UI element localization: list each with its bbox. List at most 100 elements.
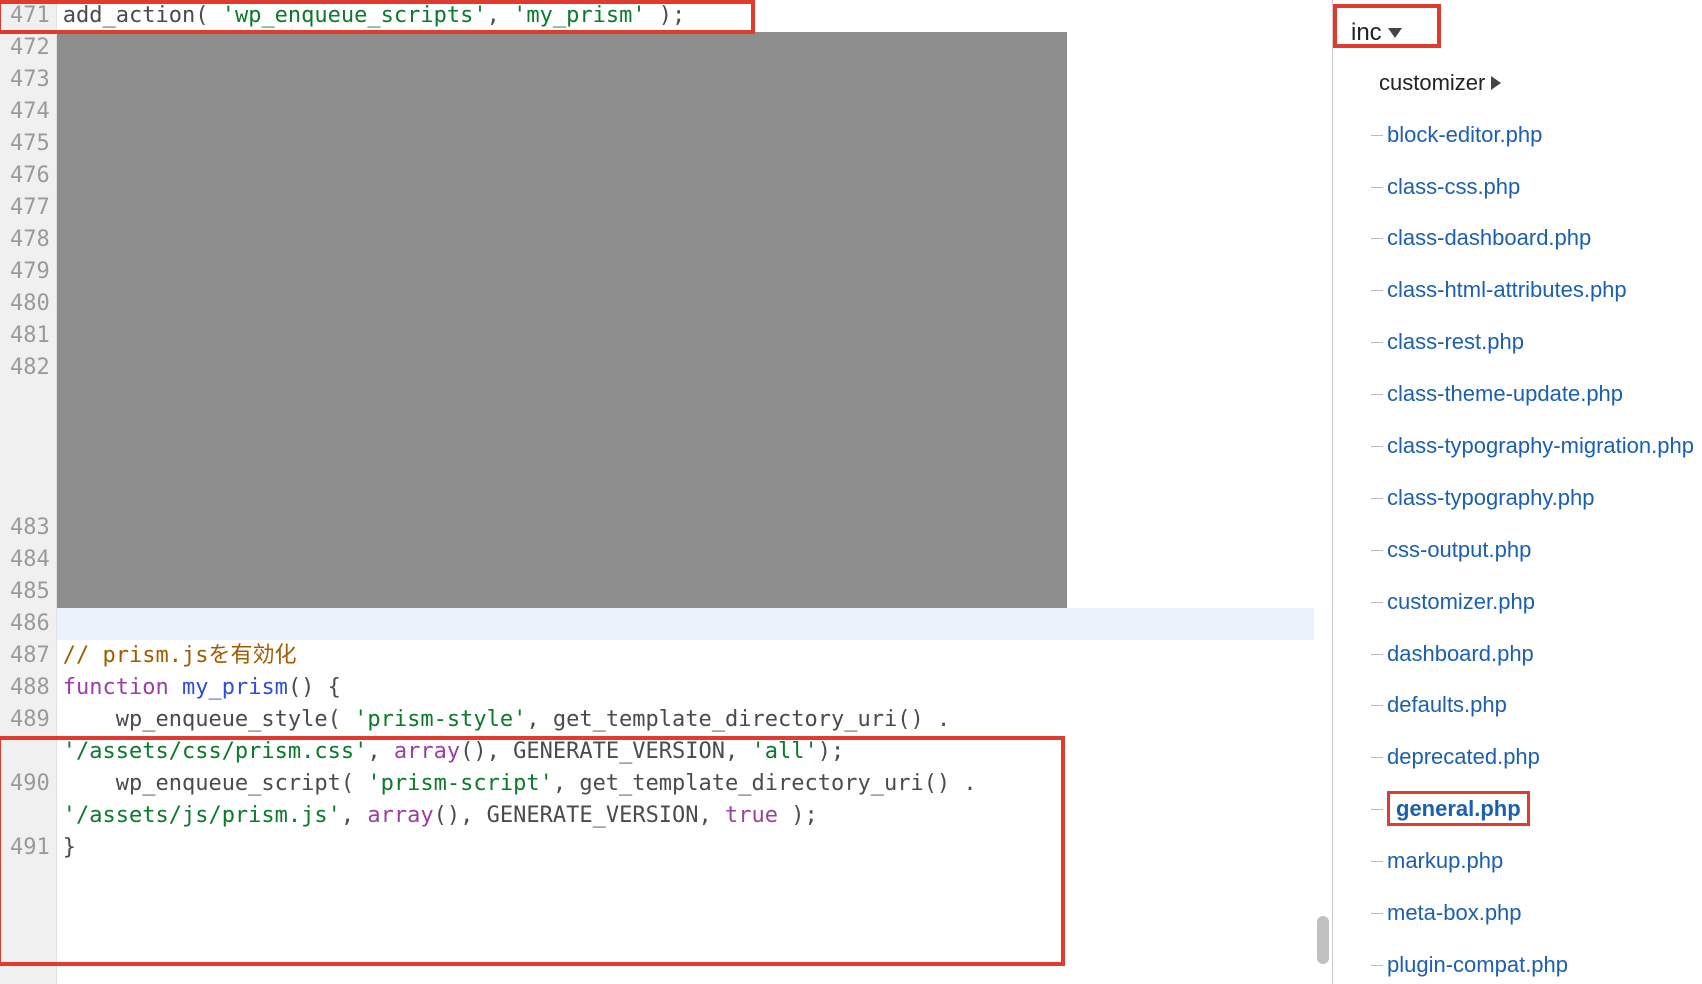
masked-region <box>57 96 1067 128</box>
file-item[interactable]: class-typography.php <box>1351 472 1702 524</box>
line-number: 489 <box>10 704 50 768</box>
masked-region <box>57 512 1067 544</box>
code-token: ( <box>195 3 222 28</box>
line-number: 487 <box>10 640 50 672</box>
code-token: 'my_prism' <box>513 3 645 28</box>
file-item[interactable]: plugin-compat.php <box>1351 939 1702 984</box>
masked-region <box>57 192 1067 224</box>
code-line-487[interactable]: // prism.jsを有効化 <box>57 640 1332 672</box>
masked-region <box>57 288 1067 320</box>
file-label: class-dashboard.php <box>1387 225 1591 250</box>
code-token: 'all' <box>752 739 818 764</box>
code-line-489a[interactable]: wp_enqueue_style( 'prism-style', get_tem… <box>57 704 1332 736</box>
file-item[interactable]: class-rest.php <box>1351 316 1702 368</box>
masked-region <box>57 352 1067 512</box>
code-token: true <box>725 803 778 828</box>
masked-region <box>57 160 1067 192</box>
masked-region <box>57 32 1067 64</box>
code-token: ); <box>818 739 845 764</box>
code-token: , get_template_directory_uri() . <box>553 771 990 796</box>
line-number: 491 <box>10 832 50 864</box>
line-number: 471 <box>10 0 50 32</box>
code-line-488[interactable]: function my_prism() { <box>57 672 1332 704</box>
file-label: dashboard.php <box>1387 641 1534 666</box>
line-number: 476 <box>10 160 50 192</box>
file-label: meta-box.php <box>1387 900 1522 925</box>
tree-subfolder[interactable]: customizer <box>1351 57 1702 109</box>
file-item[interactable]: class-html-attributes.php <box>1351 264 1702 316</box>
code-line-486[interactable] <box>57 608 1332 640</box>
code-token: } <box>63 835 76 860</box>
line-number: 485 <box>10 576 50 608</box>
file-label: defaults.php <box>1387 692 1507 717</box>
code-token: wp_enqueue_style( <box>63 707 354 732</box>
file-item[interactable]: markup.php <box>1351 835 1702 887</box>
code-token: () { <box>288 675 341 700</box>
code-token: , <box>367 739 394 764</box>
line-number: 479 <box>10 256 50 288</box>
file-label: class-typography-migration.php <box>1387 433 1694 458</box>
file-item[interactable]: deprecated.php <box>1351 731 1702 783</box>
line-number: 481 <box>10 320 50 352</box>
chevron-right-icon <box>1491 76 1501 90</box>
line-number: 472 <box>10 32 50 64</box>
tree-root-folder[interactable]: inc <box>1351 10 1414 57</box>
file-item[interactable]: meta-box.php <box>1351 887 1702 939</box>
line-number: 473 <box>10 64 50 96</box>
file-item[interactable]: customizer.php <box>1351 576 1702 628</box>
masked-region <box>57 320 1067 352</box>
line-number: 474 <box>10 96 50 128</box>
code-line-490a[interactable]: wp_enqueue_script( 'prism-script', get_t… <box>57 768 1332 800</box>
code-editor[interactable]: 471 472 473 474 475 476 477 478 479 480 … <box>0 0 1332 984</box>
folder-label: customizer <box>1379 67 1485 99</box>
file-label: class-rest.php <box>1387 329 1524 354</box>
masked-region <box>57 544 1067 576</box>
file-item[interactable]: class-typography-migration.php <box>1351 420 1702 472</box>
code-token: function <box>63 675 182 700</box>
file-item[interactable]: block-editor.php <box>1351 109 1702 161</box>
line-number: 482 <box>10 352 50 512</box>
code-token: array <box>394 739 460 764</box>
line-number: 477 <box>10 192 50 224</box>
file-label: deprecated.php <box>1387 744 1540 769</box>
code-line-471[interactable]: add_action( 'wp_enqueue_scripts', 'my_pr… <box>57 0 1332 32</box>
code-token: 'prism-style' <box>354 707 526 732</box>
file-label: css-output.php <box>1387 537 1531 562</box>
code-token: 'prism-script' <box>367 771 552 796</box>
masked-region <box>57 64 1067 96</box>
code-token: '/assets/js/prism.js' <box>63 803 341 828</box>
line-number: 478 <box>10 224 50 256</box>
code-token: array <box>367 803 433 828</box>
line-number: 484 <box>10 544 50 576</box>
code-token: ); <box>778 803 818 828</box>
code-token: wp_enqueue_script( <box>63 771 368 796</box>
line-number: 480 <box>10 288 50 320</box>
code-token: , <box>487 3 514 28</box>
file-label: class-theme-update.php <box>1387 381 1623 406</box>
chevron-down-icon <box>1388 28 1402 38</box>
file-item[interactable]: defaults.php <box>1351 679 1702 731</box>
code-line-490b[interactable]: '/assets/js/prism.js', array(), GENERATE… <box>57 800 1332 832</box>
folder-label: inc <box>1351 16 1382 51</box>
code-token: , <box>341 803 368 828</box>
code-area[interactable]: add_action( 'wp_enqueue_scripts', 'my_pr… <box>57 0 1332 984</box>
file-item[interactable]: class-css.php <box>1351 161 1702 213</box>
code-token: // prism.jsを有効化 <box>63 643 297 668</box>
code-token: my_prism <box>182 675 288 700</box>
file-label: block-editor.php <box>1387 122 1542 147</box>
file-item[interactable]: class-theme-update.php <box>1351 368 1702 420</box>
file-item[interactable]: dashboard.php <box>1351 628 1702 680</box>
code-line-489b[interactable]: '/assets/css/prism.css', array(), GENERA… <box>57 736 1332 768</box>
file-tree-sidebar[interactable]: inc customizer block-editor.php class-cs… <box>1332 0 1702 984</box>
file-item-selected[interactable]: general.php <box>1351 783 1702 835</box>
code-token: (), GENERATE_VERSION, <box>434 803 725 828</box>
code-token: ); <box>646 3 686 28</box>
code-token: add_action <box>63 3 195 28</box>
file-item[interactable]: class-dashboard.php <box>1351 212 1702 264</box>
vertical-scrollbar[interactable] <box>1314 0 1332 984</box>
scrollbar-thumb[interactable] <box>1317 916 1329 964</box>
line-number: 486 <box>10 608 50 640</box>
file-item[interactable]: css-output.php <box>1351 524 1702 576</box>
line-number: 488 <box>10 672 50 704</box>
code-line-491[interactable]: } <box>57 832 1332 864</box>
